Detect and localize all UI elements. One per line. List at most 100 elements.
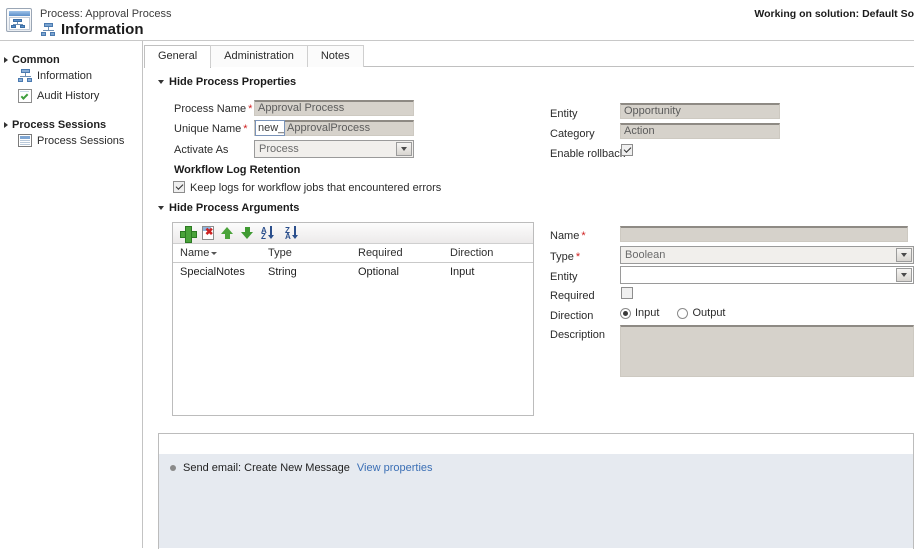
activate-as-label: Activate As bbox=[174, 144, 229, 156]
step-bullet-icon bbox=[170, 465, 176, 471]
left-navigation-sidebar: Common Information Audit History Process… bbox=[0, 41, 143, 548]
top-header-bar: Process: Approval Process Information Wo… bbox=[0, 0, 914, 41]
view-properties-link[interactable]: View properties bbox=[357, 462, 433, 474]
chevron-down-icon[interactable] bbox=[896, 248, 912, 262]
activate-as-dropdown[interactable]: Process bbox=[254, 140, 414, 158]
radio-input-label: Input bbox=[635, 307, 660, 319]
page-title: Information bbox=[61, 21, 144, 38]
audit-checklist-icon bbox=[18, 89, 32, 103]
steps-list: Send email: Create New Message View prop… bbox=[159, 454, 913, 548]
category-field[interactable]: Action bbox=[620, 123, 780, 139]
required-asterisk: * bbox=[575, 251, 581, 263]
direction-radio-group: Input Output bbox=[620, 307, 726, 319]
argument-name-label: Name * bbox=[550, 230, 586, 242]
argument-description-textarea[interactable] bbox=[620, 325, 914, 377]
process-node-icon bbox=[41, 22, 56, 37]
cell-direction: Input bbox=[450, 266, 475, 278]
toggle-process-arguments[interactable]: Hide Process Arguments bbox=[158, 202, 299, 214]
process-name-label: Process Name * bbox=[174, 103, 253, 115]
sidebar-item-process-sessions[interactable]: Process Sessions bbox=[0, 131, 142, 150]
main-content-area: General Administration Notes Hide Proces… bbox=[144, 41, 914, 549]
section-label: Hide Process Arguments bbox=[169, 202, 300, 214]
grid-toolbar: AZ ZA bbox=[173, 223, 533, 244]
nav-group-label: Common bbox=[12, 54, 60, 66]
page-title-group: Information bbox=[41, 21, 144, 38]
nav-group-common: Common Information Audit History bbox=[0, 54, 142, 106]
expand-triangle-icon bbox=[4, 57, 8, 63]
argument-entity-dropdown[interactable] bbox=[620, 266, 914, 284]
add-argument-icon[interactable] bbox=[180, 225, 197, 243]
sort-descending-icon[interactable]: ZA bbox=[285, 225, 302, 241]
column-header-required[interactable]: Required bbox=[358, 247, 450, 259]
radio-output-label: Output bbox=[692, 307, 726, 319]
sidebar-item-information[interactable]: Information bbox=[0, 66, 142, 86]
cell-name: SpecialNotes bbox=[180, 266, 245, 278]
required-asterisk: * bbox=[581, 230, 586, 242]
collapse-triangle-icon bbox=[158, 80, 164, 84]
column-header-type[interactable]: Type bbox=[268, 247, 358, 259]
tab-notes[interactable]: Notes bbox=[306, 45, 364, 67]
argument-type-label: Type * bbox=[550, 251, 581, 263]
table-row[interactable]: SpecialNotes String Optional Input bbox=[173, 263, 533, 281]
argument-required-checkbox[interactable] bbox=[621, 287, 633, 299]
argument-entity-label: Entity bbox=[550, 271, 578, 283]
sidebar-item-audit-history[interactable]: Audit History bbox=[0, 86, 142, 106]
enable-rollback-label: Enable rollback bbox=[550, 148, 626, 160]
nav-group-header-common[interactable]: Common bbox=[0, 54, 142, 66]
move-down-icon[interactable] bbox=[241, 226, 254, 240]
list-item[interactable]: Send email: Create New Message View prop… bbox=[159, 454, 913, 474]
toggle-process-properties[interactable]: Hide Process Properties bbox=[158, 76, 296, 88]
sidebar-item-label: Information bbox=[37, 70, 93, 82]
process-steps-panel: Send email: Create New Message View prop… bbox=[158, 433, 914, 549]
steps-panel-toolbar-area bbox=[159, 434, 913, 454]
required-asterisk: * bbox=[248, 103, 253, 115]
sort-ascending-icon[interactable]: AZ bbox=[261, 225, 278, 241]
expand-triangle-icon bbox=[4, 122, 8, 128]
cell-type: String bbox=[268, 266, 297, 278]
breadcrumb: Process: Approval Process bbox=[40, 8, 172, 20]
argument-type-dropdown[interactable]: Boolean bbox=[620, 246, 914, 264]
column-header-name[interactable]: Name bbox=[173, 247, 268, 259]
enable-rollback-checkbox[interactable] bbox=[621, 144, 633, 156]
process-arguments-grid: AZ ZA Name Type Required Direction Speci… bbox=[172, 222, 534, 416]
argument-direction-label: Direction bbox=[550, 310, 594, 322]
radio-option-output[interactable]: Output bbox=[677, 307, 726, 319]
move-up-icon[interactable] bbox=[221, 226, 234, 240]
tab-strip: General Administration Notes bbox=[144, 45, 914, 68]
process-name-field[interactable]: Approval Process bbox=[254, 100, 414, 116]
solution-context-label: Working on solution: Default So bbox=[754, 8, 914, 20]
process-node-icon bbox=[18, 69, 32, 83]
radio-output-icon[interactable] bbox=[677, 307, 689, 319]
argument-name-field[interactable] bbox=[620, 226, 908, 242]
sort-caret-icon bbox=[211, 251, 218, 255]
entity-field[interactable]: Opportunity bbox=[620, 103, 780, 119]
sidebar-item-label: Process Sessions bbox=[37, 134, 125, 147]
chevron-down-icon[interactable] bbox=[896, 268, 912, 282]
process-window-icon bbox=[6, 8, 32, 32]
category-label: Category bbox=[550, 128, 595, 140]
keep-logs-label: Keep logs for workflow jobs that encount… bbox=[190, 182, 442, 194]
step-text: Send email: Create New Message bbox=[183, 462, 350, 474]
nav-group-header-process-sessions[interactable]: Process Sessions bbox=[0, 119, 142, 131]
tab-general[interactable]: General bbox=[144, 45, 212, 68]
chevron-down-icon[interactable] bbox=[396, 142, 412, 156]
nav-group-label: Process Sessions bbox=[12, 119, 107, 131]
unique-name-label: Unique Name * bbox=[174, 123, 248, 135]
radio-option-input[interactable]: Input bbox=[620, 307, 659, 319]
keep-logs-checkbox[interactable] bbox=[173, 181, 185, 193]
nav-group-process-sessions: Process Sessions Process Sessions bbox=[0, 119, 142, 150]
workflow-log-retention-heading: Workflow Log Retention bbox=[174, 164, 301, 176]
sessions-grid-icon bbox=[18, 134, 32, 147]
cell-required: Optional bbox=[358, 266, 399, 278]
entity-label: Entity bbox=[550, 108, 578, 120]
collapse-triangle-icon bbox=[158, 206, 164, 210]
section-label: Hide Process Properties bbox=[169, 76, 297, 88]
tab-administration[interactable]: Administration bbox=[210, 45, 308, 67]
delete-argument-icon[interactable] bbox=[202, 226, 214, 240]
required-asterisk: * bbox=[243, 123, 248, 135]
unique-name-prefix-box[interactable]: new_ bbox=[255, 120, 285, 136]
argument-required-label: Required bbox=[550, 290, 595, 302]
column-header-direction[interactable]: Direction bbox=[450, 247, 530, 259]
grid-header-row: Name Type Required Direction bbox=[173, 244, 533, 263]
radio-input-icon[interactable] bbox=[620, 307, 631, 319]
